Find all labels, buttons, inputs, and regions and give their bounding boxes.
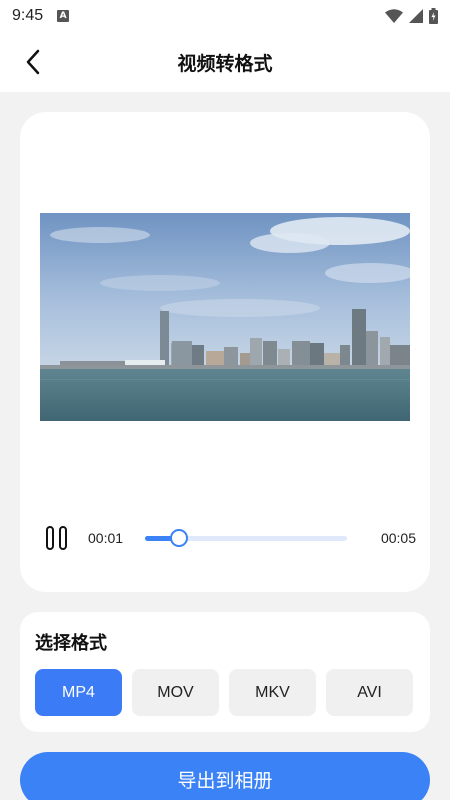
format-section-title: 选择格式 <box>35 633 107 654</box>
signal-icon <box>409 9 423 23</box>
status-bar: 9:45 A <box>0 0 450 32</box>
pause-icon-bar <box>46 526 54 550</box>
seek-bar[interactable] <box>145 526 348 550</box>
status-icons <box>385 8 438 24</box>
total-time: 00:05 <box>380 530 416 546</box>
video-preview[interactable] <box>40 213 410 421</box>
back-button[interactable] <box>18 46 48 78</box>
format-option-avi[interactable]: AVI <box>326 669 413 716</box>
chevron-left-icon <box>26 49 40 75</box>
current-time: 00:01 <box>88 530 124 546</box>
format-option-mp4[interactable]: MP4 <box>35 669 122 716</box>
battery-icon <box>429 8 438 24</box>
status-time: 9:45 <box>12 7 44 24</box>
seek-thumb[interactable] <box>170 529 189 547</box>
format-selection-card: 选择格式 MP4 MOV MKV AVI <box>20 612 430 732</box>
format-option-mov[interactable]: MOV <box>132 669 219 716</box>
pause-icon-bar <box>59 526 67 550</box>
playback-controls: 00:01 00:05 <box>46 524 416 552</box>
format-option-mkv[interactable]: MKV <box>229 669 316 716</box>
format-options: MP4 MOV MKV AVI <box>35 669 413 716</box>
app-bar: 视频转格式 <box>0 32 450 92</box>
pause-button[interactable] <box>46 525 72 551</box>
export-to-album-button[interactable]: 导出到相册 <box>20 752 430 800</box>
notification-icon: A <box>57 10 70 22</box>
wifi-icon <box>385 9 403 23</box>
video-player-card: 00:01 00:05 <box>20 112 430 592</box>
video-frame-image <box>40 213 410 421</box>
page-title: 视频转格式 <box>177 52 273 75</box>
